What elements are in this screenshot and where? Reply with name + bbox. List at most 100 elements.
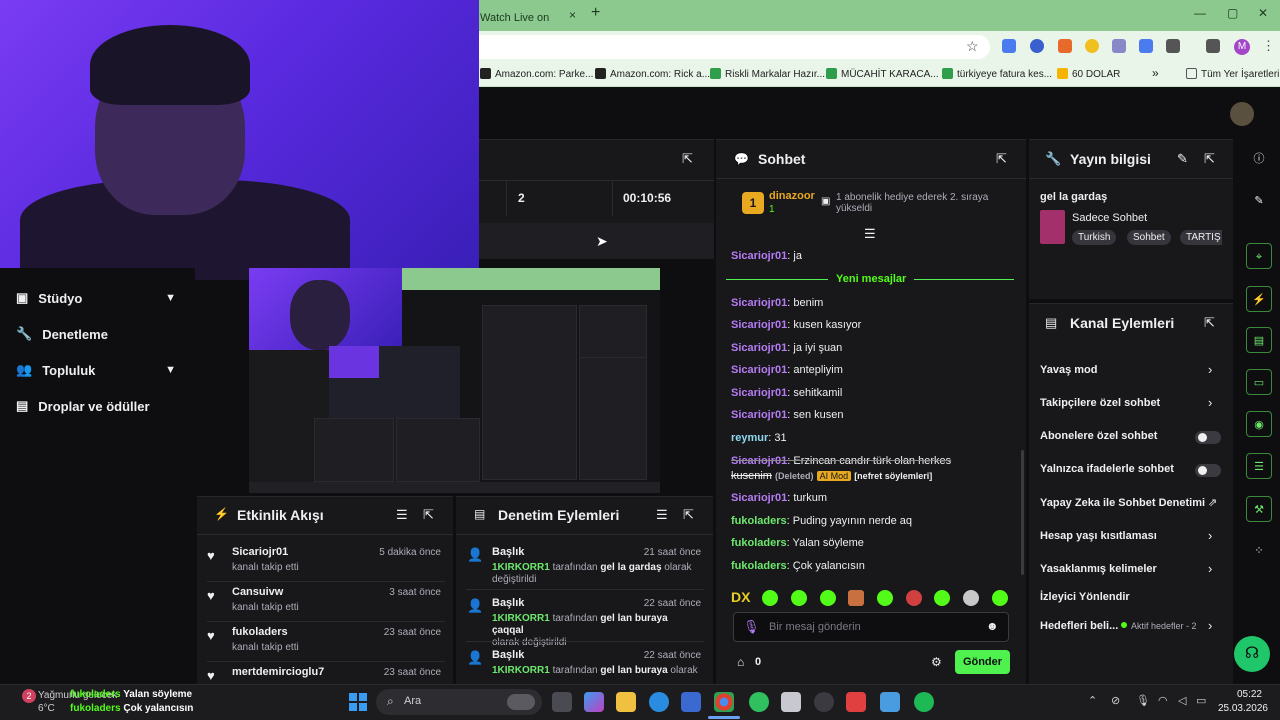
emote[interactable] — [934, 590, 950, 606]
extension-icon[interactable] — [1030, 39, 1044, 53]
wrench-icon[interactable]: ⚒ — [1246, 496, 1272, 522]
lightning-icon[interactable]: ⚡ — [1246, 286, 1272, 312]
account-age[interactable]: Hesap yaşı kısıtlaması — [1040, 530, 1157, 542]
tray-overflow-icon[interactable]: ⌃ — [1088, 694, 1097, 707]
settings-gear-icon[interactable]: ⚙ — [931, 655, 942, 669]
bookmark-item[interactable]: 60 DOLAR — [1057, 68, 1120, 80]
bookmarks-overflow[interactable]: » — [1152, 66, 1159, 80]
minimize-button[interactable]: — — [1194, 6, 1206, 20]
activity-user[interactable]: Sicariojr01 — [232, 546, 288, 558]
task-view-icon[interactable] — [552, 692, 572, 712]
volume-icon[interactable]: ◁ — [1178, 694, 1186, 707]
notepad-icon[interactable] — [880, 692, 900, 712]
emote-only[interactable]: Yalnızca ifadelerle sohbet — [1040, 463, 1174, 475]
extension-icon[interactable] — [1085, 39, 1099, 53]
chat-scrollbar[interactable] — [1021, 450, 1024, 575]
nav-community[interactable]: 👥 Topluluk ▼ — [16, 362, 176, 378]
emote[interactable] — [906, 590, 922, 606]
extension-icon[interactable] — [1139, 39, 1153, 53]
battery-icon[interactable]: ▭ — [1196, 694, 1206, 707]
chevron-right-icon[interactable]: › — [1208, 561, 1212, 576]
all-bookmarks[interactable]: Tüm Yer İşaretleri — [1186, 68, 1279, 80]
profile-avatar[interactable]: M — [1234, 39, 1250, 55]
filter-icon[interactable]: ☰ — [396, 507, 408, 523]
extension-icon[interactable] — [1002, 39, 1016, 53]
external-link-icon[interactable]: ⇗ — [1208, 496, 1217, 509]
clip-icon[interactable]: ⌖ — [1246, 243, 1272, 269]
kebab-menu-icon[interactable]: ⋮ — [1262, 38, 1275, 54]
store-icon[interactable] — [681, 692, 701, 712]
raid-viewers[interactable]: İzleyici Yönlendir — [1040, 591, 1130, 603]
sidepanel-icon[interactable] — [1206, 39, 1220, 53]
chevron-right-icon[interactable]: › — [1208, 395, 1212, 410]
close-window-button[interactable]: ✕ — [1258, 6, 1268, 20]
filter-icon[interactable]: ☰ — [864, 226, 876, 242]
emote-only-toggle[interactable] — [1195, 464, 1221, 477]
tag-chip[interactable]: Turkish — [1072, 230, 1117, 245]
category-name[interactable]: Sadece Sohbet — [1072, 212, 1147, 224]
wifi-icon[interactable]: ◠ — [1158, 694, 1168, 707]
extension-icon[interactable] — [1058, 39, 1072, 53]
points-icon[interactable]: ⌂ — [737, 655, 744, 669]
edit-pencil-icon[interactable]: ✎ — [1246, 188, 1272, 214]
subscribers-only[interactable]: Abonelere özel sohbet — [1040, 430, 1157, 442]
file-explorer-icon[interactable] — [616, 692, 636, 712]
copilot-icon[interactable] — [584, 692, 604, 712]
nav-studio[interactable]: ▣ Stüdyo ▼ — [16, 290, 176, 306]
activity-user[interactable]: mertdemircioglu7 — [232, 666, 324, 678]
app-icon[interactable] — [846, 692, 866, 712]
spotify-icon[interactable] — [914, 692, 934, 712]
emote[interactable] — [848, 590, 864, 606]
broadcast-icon[interactable]: ◉ — [1246, 411, 1272, 437]
extensions-puzzle-icon[interactable] — [1166, 39, 1180, 53]
list-icon[interactable]: ☰ — [1246, 453, 1272, 479]
bookmark-item[interactable]: Riskli Markalar Hazır... — [710, 68, 825, 80]
info-icon[interactable]: ⓘ — [1246, 146, 1272, 172]
bookmark-star-icon[interactable]: ☆ — [966, 38, 979, 55]
browser-tab[interactable]: Watch Live on — [472, 4, 564, 31]
tag-chip[interactable]: Sohbet — [1127, 230, 1171, 245]
nav-drops[interactable]: ▤ Droplar ve ödüller — [16, 398, 196, 414]
document-icon[interactable]: ▤ — [1246, 327, 1272, 353]
tag-chip[interactable]: TARTIŞ — [1180, 230, 1222, 245]
app-icon[interactable] — [781, 692, 801, 712]
bookmark-item[interactable]: türkiyeye fatura kes... — [942, 68, 1052, 80]
emote[interactable] — [992, 590, 1008, 606]
whatsapp-icon[interactable] — [749, 692, 769, 712]
popout-icon[interactable]: ⇱ — [683, 507, 694, 523]
bookmark-item[interactable]: Amazon.com: Rick a... — [595, 68, 710, 80]
chevron-right-icon[interactable]: › — [1208, 362, 1212, 377]
weather-temp[interactable]: 6°C — [38, 703, 55, 714]
community-icon[interactable]: ⁘ — [1246, 538, 1272, 564]
popout-icon[interactable]: ⇱ — [682, 151, 693, 167]
chevron-right-icon[interactable]: › — [1208, 618, 1212, 633]
emote[interactable] — [877, 590, 893, 606]
user-avatar[interactable] — [1230, 102, 1254, 126]
emote[interactable] — [791, 590, 807, 606]
clock-time[interactable]: 05:22 — [1222, 689, 1262, 700]
bookmark-item[interactable]: Amazon.com: Parke... — [480, 68, 593, 80]
filter-icon[interactable]: ☰ — [656, 507, 668, 523]
chrome-icon[interactable] — [714, 692, 734, 712]
maximize-button[interactable]: ▢ — [1227, 6, 1238, 20]
popout-icon[interactable]: ⇱ — [423, 507, 434, 523]
obs-icon[interactable] — [814, 692, 834, 712]
tray-icon[interactable]: ⊘ — [1111, 694, 1120, 707]
windows-start-icon[interactable] — [349, 693, 367, 711]
edge-icon[interactable] — [649, 692, 669, 712]
activity-user[interactable]: Cansuivw — [232, 586, 283, 598]
popout-icon[interactable]: ⇱ — [1204, 315, 1215, 331]
tab-close-icon[interactable]: × — [569, 8, 576, 22]
bookmark-item[interactable]: MÜCAHİT KARACA... — [826, 68, 939, 80]
emote[interactable] — [820, 590, 836, 606]
url-input[interactable] — [470, 35, 990, 59]
extension-icon[interactable] — [1112, 39, 1126, 53]
emote[interactable] — [963, 590, 979, 606]
emote[interactable] — [762, 590, 778, 606]
slow-mode[interactable]: Yavaş mod — [1040, 364, 1097, 376]
microphone-icon[interactable]: 🎙 — [1136, 694, 1150, 707]
new-tab-button[interactable]: + — [591, 4, 600, 22]
chat-bubble-icon[interactable]: ▭ — [1246, 369, 1272, 395]
activity-user[interactable]: fukoladers — [232, 626, 288, 638]
help-headset-icon[interactable]: ☊ — [1234, 636, 1270, 672]
